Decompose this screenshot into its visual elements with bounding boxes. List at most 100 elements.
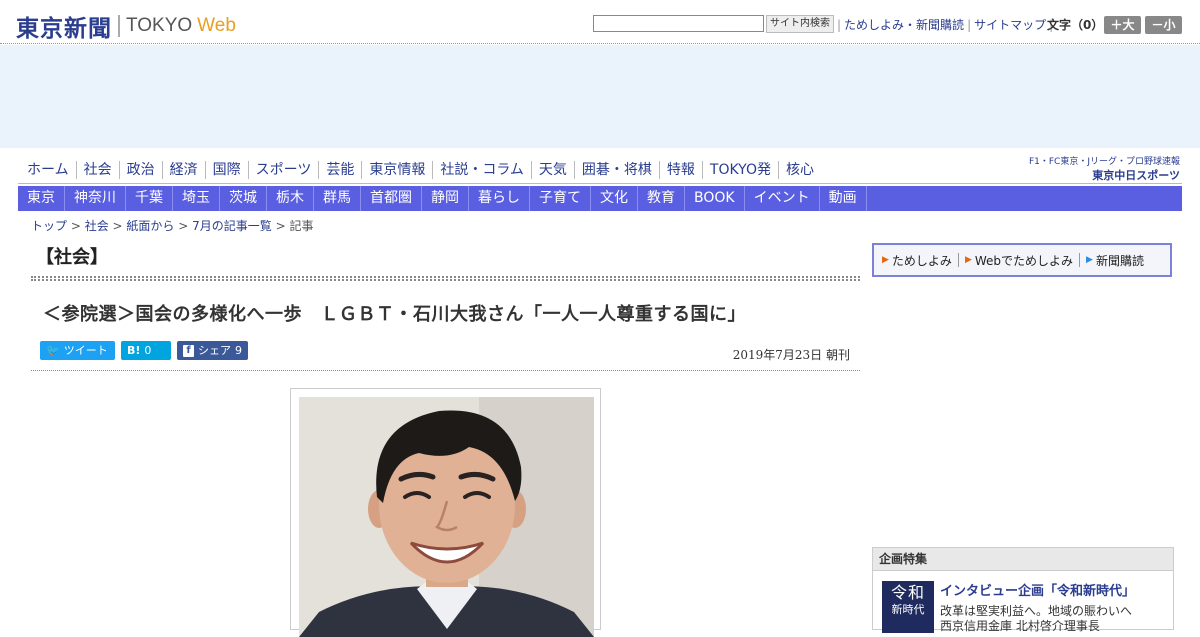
nav-region-tochigi[interactable]: 栃木 [267, 186, 314, 211]
nav-economy[interactable]: 経済 [161, 161, 205, 179]
nav-entertainment[interactable]: 芸能 [318, 161, 361, 179]
nav-video[interactable]: 動画 [820, 186, 867, 211]
breadcrumb-society[interactable]: 社会 [85, 219, 109, 233]
nav-events[interactable]: イベント [745, 186, 820, 211]
logo-divider [118, 15, 120, 37]
promo-trial-read-label: ためしよみ [891, 253, 952, 268]
thumbnail-line-1: 令和 [890, 583, 925, 602]
promo-subscribe[interactable]: ▶ 新聞購読 [1086, 252, 1144, 269]
nav-core[interactable]: 核心 [777, 161, 821, 179]
subscription-promo-bar: ▶ ためしよみ ▶ Webでためしよみ ▶ 新聞購読 [872, 243, 1172, 277]
trial-subscribe-link[interactable]: ためしよみ・新聞購読 [844, 16, 964, 33]
nav-region-tokyo[interactable]: 東京 [18, 186, 65, 211]
chunichi-tagline: F1・FC東京・Jリーグ・プロ野球速報 [1028, 157, 1180, 167]
feature-title-link[interactable]: インタビュー企画「令和新時代」 [940, 580, 1135, 599]
nav-politics[interactable]: 政治 [118, 161, 162, 179]
breadcrumb-print[interactable]: 紙面から [126, 219, 174, 233]
feature-box: 企画特集 令和 新時代 インタビュー企画「令和新時代」 改革は堅実利益へ。地域の… [872, 547, 1174, 633]
chunichi-sports-link[interactable]: F1・FC東京・Jリーグ・プロ野球速報 東京中日スポーツ [1025, 154, 1180, 182]
nav-sports[interactable]: スポーツ [247, 161, 319, 179]
nav-region-capital[interactable]: 首都圏 [361, 186, 422, 211]
facebook-share-count: 9 [235, 344, 242, 357]
nav-editorial[interactable]: 社説・コラム [432, 161, 531, 179]
hatena-b-icon: B! [127, 344, 141, 357]
nav-region-gunma[interactable]: 群馬 [314, 186, 361, 211]
tweet-button[interactable]: 🐦 ツイート [40, 341, 115, 360]
hatena-bookmark-button[interactable]: B! 0 [121, 341, 171, 360]
feature-heading: 企画特集 [873, 548, 1173, 571]
breadcrumb: トップ > 社会 > 紙面から > 7月の記事一覧 > 記事 [31, 217, 313, 234]
nav-tokyo-info[interactable]: 東京情報 [361, 161, 432, 179]
reiwa-feature-thumbnail[interactable]: 令和 新時代 [882, 581, 934, 633]
nav-living[interactable]: 暮らし [469, 186, 530, 211]
arrow-right-icon: ▶ [882, 255, 889, 265]
promo-divider [1079, 253, 1081, 267]
arrow-right-icon: ▶ [1086, 255, 1093, 265]
logo-en: TOKYO [126, 15, 193, 36]
arrow-right-icon: ▶ [964, 255, 972, 265]
header-links: | ためしよみ・新聞購読 | サイトマップ | [834, 16, 1056, 33]
facebook-f-icon: f [183, 344, 194, 357]
nav-region-shizuoka[interactable]: 静岡 [422, 186, 469, 211]
section-heading: 【社会】 [36, 247, 108, 268]
logo-jp: 東京新聞 [16, 15, 112, 42]
nav-region-chiba[interactable]: 千葉 [126, 186, 173, 211]
chunichi-logo: 東京中日スポーツ [1092, 169, 1180, 182]
breadcrumb-separator: > [67, 219, 85, 233]
breadcrumb-july-list[interactable]: 7月の記事一覧 [192, 219, 272, 233]
feature-summary-line-2: 西京信用金庫 北村啓介理事長 [940, 619, 1100, 633]
article-photo-frame [290, 388, 601, 637]
article-title: ＜参院選＞国会の多様化へ一歩 ＬＧＢＴ・石川大我さん「一人一人尊重する国に」 [43, 304, 746, 325]
nav-region-ibaraki[interactable]: 茨城 [220, 186, 267, 211]
site-logo[interactable]: 東京新聞 TOKYO Web [16, 9, 236, 43]
promo-trial-read[interactable]: ▶ ためしよみ [882, 252, 952, 269]
ad-banner-area [0, 45, 1200, 148]
nav-special-report[interactable]: 特報 [658, 161, 702, 179]
nav-tokyo-hatsu[interactable]: TOKYO発 [701, 161, 778, 179]
breadcrumb-top[interactable]: トップ [31, 219, 67, 233]
font-size-label: 文字（0） [1047, 18, 1104, 32]
facebook-share-button[interactable]: f シェア 9 [177, 341, 248, 360]
portrait-illustration [299, 397, 594, 637]
site-header: 東京新聞 TOKYO Web サイト内検索 | ためしよみ・新聞購読 | サイト… [0, 0, 1200, 44]
feature-summary-line-1: 改革は堅実利益へ。地域の賑わいへ [940, 604, 1133, 618]
thumbnail-line-2: 新時代 [891, 603, 925, 616]
nav-book[interactable]: BOOK [685, 186, 745, 211]
nav-region-saitama[interactable]: 埼玉 [173, 186, 220, 211]
nav-divider [18, 183, 1182, 184]
nav-international[interactable]: 国際 [204, 161, 248, 179]
article-divider [31, 370, 860, 371]
nav-region-kanagawa[interactable]: 神奈川 [65, 186, 126, 211]
tweet-label: ツイート [63, 344, 108, 357]
nav-weather[interactable]: 天気 [530, 161, 574, 179]
hatena-count: 0 [144, 344, 152, 357]
nav-culture[interactable]: 文化 [591, 186, 638, 211]
site-search-button[interactable]: サイト内検索 [766, 15, 834, 33]
article-photo [299, 397, 594, 637]
nav-home[interactable]: ホーム [20, 161, 76, 179]
twitter-bird-icon: 🐦 [46, 344, 60, 357]
article-date: 2019年7月23日 朝刊 [732, 348, 850, 362]
nav-parenting[interactable]: 子育て [530, 186, 591, 211]
promo-web-trial[interactable]: ▶ Webでためしよみ [965, 252, 1073, 269]
primary-nav: ホーム 社会 政治 経済 国際 スポーツ 芸能 東京情報 社説・コラム 天気 囲… [20, 159, 821, 181]
sitemap-link[interactable]: サイトマップ [974, 16, 1046, 33]
nav-go-shogi[interactable]: 囲碁・将棋 [573, 161, 659, 179]
breadcrumb-current: 記事 [289, 219, 314, 233]
breadcrumb-separator: > [108, 219, 127, 233]
promo-divider [957, 253, 959, 267]
header-divider: | [967, 17, 972, 32]
nav-education[interactable]: 教育 [638, 186, 685, 211]
facebook-share-label: シェア [198, 344, 231, 357]
site-search-input[interactable] [593, 15, 764, 32]
regional-nav: 東京 神奈川 千葉 埼玉 茨城 栃木 群馬 首都圏 静岡 暮らし 子育て 文化 … [18, 186, 1182, 211]
header-divider: | [837, 17, 842, 32]
promo-subscribe-label: 新聞購読 [1095, 253, 1144, 268]
breadcrumb-separator: > [271, 219, 290, 233]
font-larger-button[interactable]: ＋大 [1104, 16, 1141, 34]
promo-web-trial-label: Webでためしよみ [974, 253, 1074, 268]
font-smaller-button[interactable]: －小 [1145, 16, 1182, 34]
nav-society[interactable]: 社会 [75, 161, 119, 179]
breadcrumb-separator: > [174, 219, 193, 233]
logo-web: Web [197, 15, 236, 36]
